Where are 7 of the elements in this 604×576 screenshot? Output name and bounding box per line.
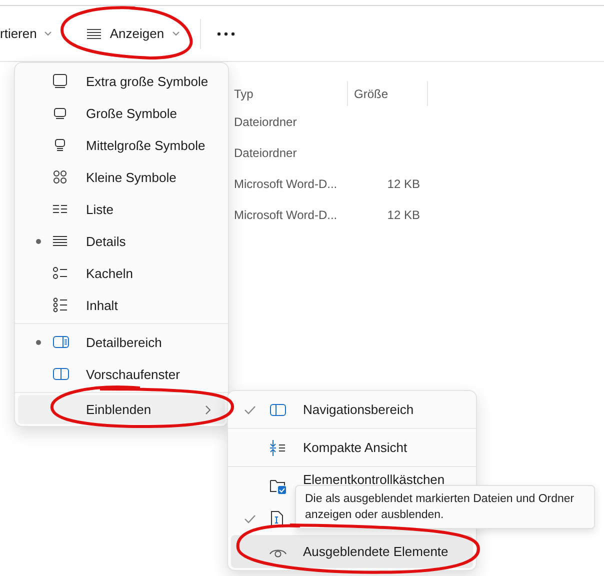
tooltip: Die als ausgeblendet markierten Dateien und Ordner anzeigen oder ausblenden.	[295, 485, 595, 529]
table-cell-text: Dateiordner	[234, 114, 298, 128]
table-cell-text: Microsoft Word-D...	[234, 176, 338, 190]
table-cell-text: Microsoft Word-D...	[234, 208, 338, 222]
table-cell: 12 KB	[387, 208, 420, 222]
table-cell-text: Dateiordner	[234, 146, 298, 160]
table-cell: 12 KB	[387, 176, 420, 190]
